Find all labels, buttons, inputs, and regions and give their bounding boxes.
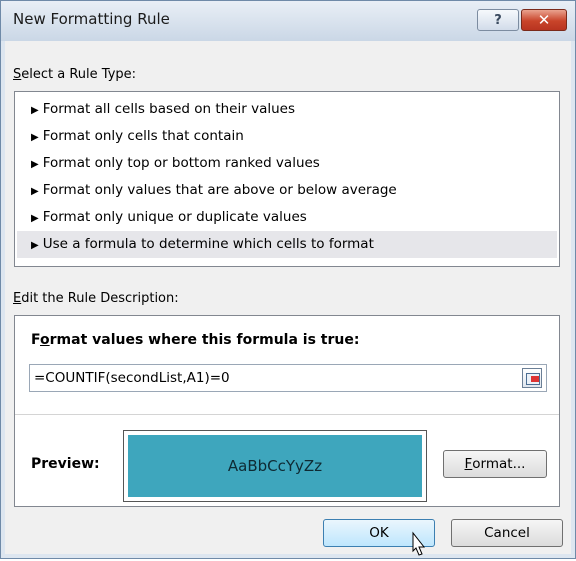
triangle-right-icon: ▶ [31,213,39,224]
new-formatting-rule-dialog: New Formatting Rule ? ✕ Select a Rule Ty… [0,0,576,559]
triangle-right-icon: ▶ [31,132,39,143]
formula-heading: Format values where this formula is true… [31,332,360,348]
dialog-body: Select a Rule Type: ▶ Format all cells ba… [5,41,571,556]
rule-type-item[interactable]: ▶ Format only unique or duplicate values [17,204,557,231]
mouse-pointer-icon [412,531,426,556]
triangle-right-icon: ▶ [31,105,39,116]
close-button[interactable]: ✕ [521,9,567,31]
title-bar[interactable]: New Formatting Rule ? ✕ [1,1,575,41]
range-select-button[interactable] [522,368,542,388]
help-button[interactable]: ? [477,9,519,31]
triangle-right-icon: ▶ [31,159,39,170]
preview-box: AaBbCcYyZz [123,430,427,502]
rule-type-item[interactable]: ▶ Format all cells based on their values [17,96,557,123]
formula-input[interactable]: =COUNTIF(secondList,A1)=0 [29,364,547,392]
rule-type-item[interactable]: ▶ Format only values that are above or be… [17,177,557,204]
rule-type-item[interactable]: ▶ Format only cells that contain [17,123,557,150]
format-button[interactable]: Format... [443,450,547,478]
preview-label: Preview: [31,456,100,472]
rule-type-item-selected[interactable]: ▶ Use a formula to determine which cells … [17,231,557,258]
help-icon: ? [494,12,502,28]
rule-description-panel: Format values where this formula is true… [14,315,560,507]
rule-type-list[interactable]: ▶ Format all cells based on their values … [14,91,560,267]
cancel-button[interactable]: Cancel [451,519,563,547]
preview-sample: AaBbCcYyZz [128,435,422,497]
divider [15,414,559,415]
dialog-title: New Formatting Rule [13,10,170,28]
close-icon: ✕ [537,11,551,29]
rule-description-label: Edit the Rule Description: [13,291,179,306]
triangle-right-icon: ▶ [31,186,39,197]
rule-type-label: Select a Rule Type: [13,67,137,82]
formula-value: =COUNTIF(secondList,A1)=0 [34,370,230,386]
rule-type-item[interactable]: ▶ Format only top or bottom ranked values [17,150,557,177]
triangle-right-icon: ▶ [31,240,39,251]
